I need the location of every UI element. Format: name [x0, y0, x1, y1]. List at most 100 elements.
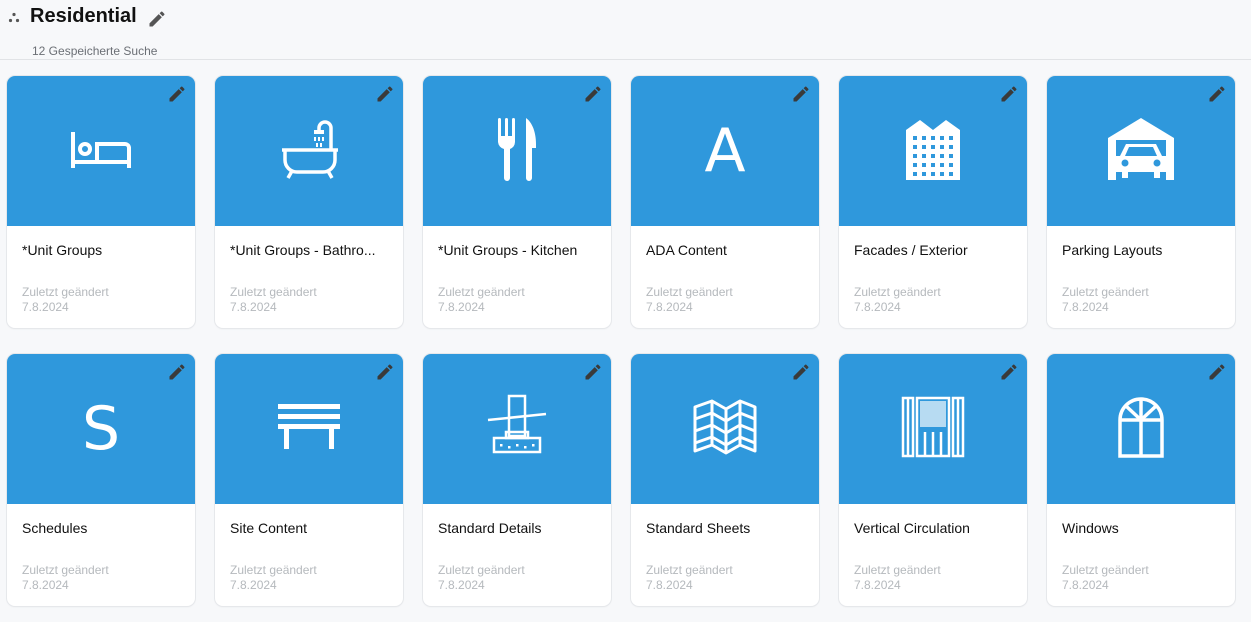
pencil-icon[interactable] — [167, 84, 187, 104]
card-icon-wrap — [893, 111, 973, 191]
last-modified-label: Zuletzt geändert — [854, 563, 941, 577]
last-modified-date: 7.8.2024 — [230, 578, 277, 592]
saved-search-card[interactable]: *Unit Groups - Kitchen Zuletzt geändert 7.… — [423, 76, 611, 328]
last-modified-date: 7.8.2024 — [646, 300, 693, 314]
last-modified-label: Zuletzt geändert — [230, 285, 317, 299]
pencil-icon[interactable] — [375, 84, 395, 104]
card-thumbnail[interactable] — [7, 76, 195, 226]
page-title: Residential — [30, 5, 137, 27]
saved-search-card[interactable]: A ADA Content Zuletzt geändert 7.8.2024 — [631, 76, 819, 328]
bed-icon — [69, 124, 133, 179]
arched-window-icon — [1116, 394, 1166, 465]
last-modified-label: Zuletzt geändert — [646, 563, 733, 577]
card-meta: Zuletzt geändert 7.8.2024 — [1062, 563, 1149, 593]
card-title[interactable]: Schedules — [22, 520, 187, 536]
card-icon-wrap — [269, 111, 349, 191]
drag-handle-icon[interactable] — [8, 11, 20, 23]
card-title[interactable]: *Unit Groups - Bathro... — [230, 242, 395, 258]
last-modified-label: Zuletzt geändert — [1062, 563, 1149, 577]
card-title[interactable]: Site Content — [230, 520, 395, 536]
card-icon-wrap — [685, 389, 765, 469]
elevator-shaft-icon — [900, 394, 966, 465]
letter-s-icon: S — [81, 394, 121, 464]
last-modified-label: Zuletzt geändert — [22, 285, 109, 299]
card-meta: Zuletzt geändert 7.8.2024 — [22, 563, 109, 593]
pencil-icon[interactable] — [791, 362, 811, 382]
card-title[interactable]: *Unit Groups — [22, 242, 187, 258]
pencil-icon[interactable] — [375, 362, 395, 382]
card-meta: Zuletzt geändert 7.8.2024 — [646, 563, 733, 593]
card-meta: Zuletzt geändert 7.8.2024 — [854, 285, 941, 315]
pencil-icon[interactable] — [1207, 362, 1227, 382]
card-title[interactable]: Windows — [1062, 520, 1227, 536]
last-modified-date: 7.8.2024 — [438, 578, 485, 592]
footing-detail-icon — [484, 394, 550, 465]
fork-knife-icon — [492, 116, 542, 187]
pencil-icon[interactable] — [147, 9, 167, 29]
card-icon-wrap — [893, 389, 973, 469]
pencil-icon[interactable] — [583, 84, 603, 104]
last-modified-date: 7.8.2024 — [854, 300, 901, 314]
card-meta: Zuletzt geändert 7.8.2024 — [854, 563, 941, 593]
building-icon — [900, 116, 966, 187]
card-title[interactable]: Parking Layouts — [1062, 242, 1227, 258]
last-modified-label: Zuletzt geändert — [230, 563, 317, 577]
saved-search-card[interactable]: Standard Details Zuletzt geändert 7.8.2024 — [423, 354, 611, 606]
saved-search-card[interactable]: Standard Sheets Zuletzt geändert 7.8.2024 — [631, 354, 819, 606]
saved-search-card[interactable]: *Unit Groups Zuletzt geändert 7.8.2024 — [7, 76, 195, 328]
saved-search-card[interactable]: *Unit Groups - Bathro... Zuletzt geändert… — [215, 76, 403, 328]
card-icon-wrap — [477, 389, 557, 469]
card-icon-wrap: A — [685, 111, 765, 191]
card-title[interactable]: Vertical Circulation — [854, 520, 1019, 536]
card-thumbnail[interactable] — [839, 354, 1027, 504]
bathtub-icon — [276, 116, 342, 187]
saved-search-card[interactable]: Facades / Exterior Zuletzt geändert 7.8.20… — [839, 76, 1027, 328]
pencil-icon[interactable] — [999, 84, 1019, 104]
card-thumbnail[interactable] — [1047, 76, 1235, 226]
card-meta: Zuletzt geändert 7.8.2024 — [1062, 285, 1149, 315]
last-modified-date: 7.8.2024 — [22, 578, 69, 592]
card-icon-wrap — [1101, 389, 1181, 469]
card-thumbnail[interactable] — [1047, 354, 1235, 504]
card-meta: Zuletzt geändert 7.8.2024 — [646, 285, 733, 315]
card-thumbnail[interactable]: A — [631, 76, 819, 226]
saved-search-card[interactable]: S Schedules Zuletzt geändert 7.8.2024 — [7, 354, 195, 606]
card-icon-wrap — [61, 111, 141, 191]
saved-search-card[interactable]: Parking Layouts Zuletzt geändert 7.8.2024 — [1047, 76, 1235, 328]
letter-a-icon: A — [704, 116, 746, 186]
last-modified-label: Zuletzt geändert — [646, 285, 733, 299]
card-thumbnail[interactable] — [631, 354, 819, 504]
card-meta: Zuletzt geändert 7.8.2024 — [230, 563, 317, 593]
card-title[interactable]: Standard Sheets — [646, 520, 811, 536]
saved-search-card[interactable]: Vertical Circulation Zuletzt geändert 7.8.… — [839, 354, 1027, 606]
last-modified-label: Zuletzt geändert — [438, 563, 525, 577]
card-thumbnail[interactable] — [423, 76, 611, 226]
card-thumbnail[interactable] — [839, 76, 1027, 226]
card-icon-wrap: S — [61, 389, 141, 469]
card-thumbnail[interactable]: S — [7, 354, 195, 504]
last-modified-date: 7.8.2024 — [1062, 300, 1109, 314]
card-icon-wrap — [269, 389, 349, 469]
card-thumbnail[interactable] — [215, 76, 403, 226]
pencil-icon[interactable] — [791, 84, 811, 104]
card-icon-wrap — [1101, 111, 1181, 191]
pencil-icon[interactable] — [999, 362, 1019, 382]
pencil-icon[interactable] — [1207, 84, 1227, 104]
card-title[interactable]: *Unit Groups - Kitchen — [438, 242, 603, 258]
card-title[interactable]: ADA Content — [646, 242, 811, 258]
pencil-icon[interactable] — [583, 362, 603, 382]
last-modified-date: 7.8.2024 — [230, 300, 277, 314]
saved-search-card[interactable]: Site Content Zuletzt geändert 7.8.2024 — [215, 354, 403, 606]
last-modified-label: Zuletzt geändert — [1062, 285, 1149, 299]
header-divider — [0, 59, 1251, 60]
card-title[interactable]: Facades / Exterior — [854, 242, 1019, 258]
card-thumbnail[interactable] — [215, 354, 403, 504]
pencil-icon[interactable] — [167, 362, 187, 382]
card-meta: Zuletzt geändert 7.8.2024 — [438, 563, 525, 593]
last-modified-label: Zuletzt geändert — [438, 285, 525, 299]
last-modified-date: 7.8.2024 — [854, 578, 901, 592]
saved-search-card[interactable]: Windows Zuletzt geändert 7.8.2024 — [1047, 354, 1235, 606]
last-modified-date: 7.8.2024 — [646, 578, 693, 592]
card-thumbnail[interactable] — [423, 354, 611, 504]
card-title[interactable]: Standard Details — [438, 520, 603, 536]
